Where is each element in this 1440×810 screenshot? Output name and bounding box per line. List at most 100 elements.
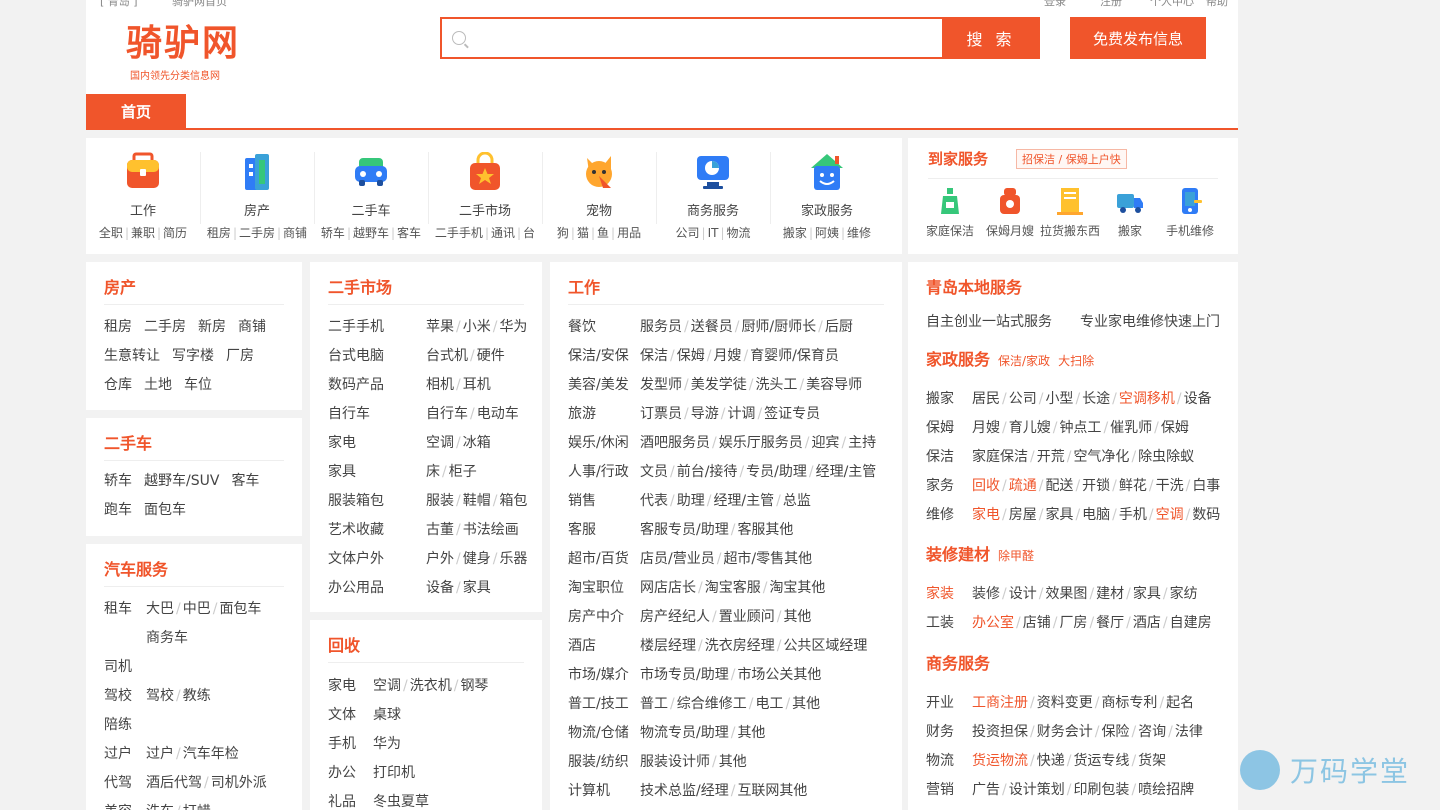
category-6[interactable]: 商务服务 公司 | IT | 物流 xyxy=(656,138,770,254)
recycle-link[interactable]: 华为 xyxy=(373,736,401,752)
job-link[interactable]: 代表 xyxy=(640,493,668,509)
carsvc-row-key[interactable]: 驾校 xyxy=(104,685,146,705)
market-link[interactable]: 床 xyxy=(426,464,440,480)
business-link[interactable]: 货架 xyxy=(1138,753,1166,769)
job-row-key[interactable]: 淘宝职位 xyxy=(568,577,640,597)
business-link[interactable]: 广告 xyxy=(972,782,1000,798)
house-title[interactable]: 房产 xyxy=(104,274,136,298)
job-link[interactable]: 楼层经理 xyxy=(640,638,696,654)
recycle-title[interactable]: 回收 xyxy=(328,632,360,656)
carsvc-row-key[interactable]: 司机 xyxy=(104,656,146,676)
housekeeping-link[interactable]: 小型 xyxy=(1045,391,1073,407)
market-link[interactable]: 相机 xyxy=(426,377,454,393)
market-row-key[interactable]: 家具 xyxy=(328,461,426,481)
housekeeping-row-key[interactable]: 搬家 xyxy=(926,388,972,408)
business-link[interactable]: 快递 xyxy=(1037,753,1065,769)
carsvc-link[interactable]: 酒后代驾 xyxy=(146,775,202,791)
job-link[interactable]: 美发学徒 xyxy=(691,377,747,393)
job-row-key[interactable]: 房产中介 xyxy=(568,606,640,626)
job-link[interactable]: 其他 xyxy=(737,725,765,741)
category-sublink[interactable]: 用品 xyxy=(617,226,641,240)
job-link[interactable]: 其他 xyxy=(719,754,747,770)
market-link[interactable]: 电动车 xyxy=(477,406,519,422)
job-link[interactable]: 普工 xyxy=(640,696,668,712)
decor-section-title[interactable]: 装修建材 除甲醛 xyxy=(926,541,1034,565)
job-link[interactable]: 互联网其他 xyxy=(737,783,807,799)
home-service-item[interactable]: 手机维修 xyxy=(1160,186,1220,239)
job-link[interactable]: 保姆 xyxy=(677,348,705,364)
market-link[interactable]: 箱包 xyxy=(499,493,527,509)
category-4[interactable]: 二手市场 二手手机 | 通讯 | 台 xyxy=(428,138,542,254)
local-top-link[interactable]: 自主创业一站式服务 xyxy=(926,311,1052,331)
job-row-key[interactable]: 旅游 xyxy=(568,403,640,423)
city-switch[interactable]: [ 青岛 ] xyxy=(100,0,138,8)
decor-link[interactable]: 装修 xyxy=(972,586,1000,602)
decor-link[interactable]: 餐厅 xyxy=(1096,615,1124,631)
housekeeping-row-key[interactable]: 保洁 xyxy=(926,446,972,466)
market-link[interactable]: 华为 xyxy=(499,319,527,335)
market-row-key[interactable]: 服装箱包 xyxy=(328,490,426,510)
carsvc-link[interactable]: 司机外派 xyxy=(211,775,267,791)
category-sublink[interactable]: 简历 xyxy=(163,226,187,240)
housekeeping-link[interactable]: 保姆 xyxy=(1161,420,1189,436)
home-service-label[interactable]: 保姆月嫂 xyxy=(980,222,1040,239)
house-link[interactable]: 商铺 xyxy=(238,319,266,335)
market-link[interactable]: 耳机 xyxy=(463,377,491,393)
business-link[interactable]: 印刷包装 xyxy=(1073,782,1129,798)
recycle-link[interactable]: 冬虫夏草 xyxy=(373,794,429,810)
decor-link[interactable]: 家纺 xyxy=(1170,586,1198,602)
job-link[interactable]: 网店店长 xyxy=(640,580,696,596)
help-link[interactable]: 帮助 xyxy=(1206,0,1228,8)
home-service-title[interactable]: 到家服务 xyxy=(928,148,988,169)
category-label[interactable]: 房产 xyxy=(200,200,314,219)
home-service-label[interactable]: 家庭保洁 xyxy=(920,222,980,239)
category-sublink[interactable]: 全职 xyxy=(99,226,123,240)
market-row-key[interactable]: 数码产品 xyxy=(328,374,426,394)
market-row-key[interactable]: 自行车 xyxy=(328,403,426,423)
usedcar-link[interactable]: 跑车 xyxy=(104,502,132,518)
job-link[interactable]: 厨师/厨师长 xyxy=(741,319,816,335)
job-link[interactable]: 公共区域经理 xyxy=(783,638,867,654)
housekeeping-link[interactable]: 公司 xyxy=(1009,391,1037,407)
market-row-key[interactable]: 办公用品 xyxy=(328,577,426,597)
category-label[interactable]: 宠物 xyxy=(542,200,656,219)
category-3[interactable]: 二手车 轿车 | 越野车 | 客车 xyxy=(314,138,428,254)
carsvc-row-key[interactable]: 美容 xyxy=(104,801,146,810)
category-label[interactable]: 二手市场 xyxy=(428,200,542,219)
job-link[interactable]: 技术总监/经理 xyxy=(640,783,729,799)
category-sublink[interactable]: 猫 xyxy=(577,226,589,240)
market-link[interactable]: 硬件 xyxy=(477,348,505,364)
house-link[interactable]: 新房 xyxy=(198,319,226,335)
category-label[interactable]: 商务服务 xyxy=(656,200,770,219)
housekeeping-link[interactable]: 空调移机 xyxy=(1119,391,1175,407)
search-button[interactable]: 搜 索 xyxy=(942,17,1040,59)
carsvc-row-key[interactable]: 租车 xyxy=(104,598,146,618)
housekeeping-link[interactable]: 家电 xyxy=(972,507,1000,523)
decor-tag[interactable]: 除甲醛 xyxy=(998,549,1034,563)
car-service-title[interactable]: 汽车服务 xyxy=(104,556,168,580)
housekeeping-link[interactable]: 育儿嫂 xyxy=(1009,420,1051,436)
market-row-key[interactable]: 台式电脑 xyxy=(328,345,426,365)
market-title[interactable]: 二手市场 xyxy=(328,274,392,298)
business-section-title[interactable]: 商务服务 xyxy=(926,650,990,674)
housekeeping-title-text[interactable]: 家政服务 xyxy=(926,350,990,369)
housekeeping-link[interactable]: 电脑 xyxy=(1082,507,1110,523)
market-link[interactable]: 台式机 xyxy=(426,348,468,364)
job-row-key[interactable]: 餐饮 xyxy=(568,316,640,336)
category-sublink[interactable]: 兼职 xyxy=(131,226,155,240)
housekeeping-link[interactable]: 催乳师 xyxy=(1110,420,1152,436)
recycle-row-key[interactable]: 文体 xyxy=(328,704,373,724)
business-title-text[interactable]: 商务服务 xyxy=(926,654,990,673)
home-service-item[interactable]: 搬家 xyxy=(1100,186,1160,239)
job-row-key[interactable]: 计算机 xyxy=(568,780,640,800)
market-row-key[interactable]: 文体户外 xyxy=(328,548,426,568)
house-link[interactable]: 车位 xyxy=(184,377,212,393)
job-link[interactable]: 美容导师 xyxy=(806,377,862,393)
recycle-row-key[interactable]: 手机 xyxy=(328,733,373,753)
used-car-title[interactable]: 二手车 xyxy=(104,430,152,454)
register-link[interactable]: 注册 xyxy=(1100,0,1122,8)
home-service-tag[interactable]: 招保洁 / 保姆上户快 xyxy=(1016,149,1127,169)
job-row-key[interactable]: 服装/纺织 xyxy=(568,751,640,771)
market-link[interactable]: 户外 xyxy=(426,551,454,567)
job-link[interactable]: 月嫂 xyxy=(713,348,741,364)
